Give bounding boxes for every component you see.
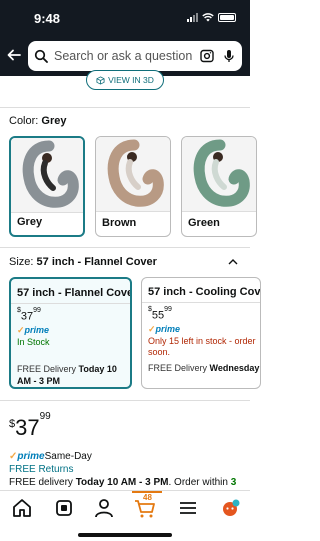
- top-header: 9:48 Search or ask a question: [0, 0, 250, 76]
- swatch-divider: [182, 211, 256, 212]
- view-in-3d-button[interactable]: VIEW IN 3D: [86, 70, 164, 90]
- pregnancy-pillow-image: [107, 139, 164, 207]
- rufus-assistant-icon[interactable]: [218, 496, 242, 520]
- color-option-label: Brown: [102, 217, 137, 229]
- color-option-green[interactable]: Green: [181, 136, 257, 237]
- pregnancy-pillow-image: [22, 140, 79, 208]
- size-option-price: $5599: [148, 306, 172, 322]
- swatch-divider: [96, 211, 170, 212]
- status-icons: [187, 12, 236, 22]
- color-option-label: Green: [188, 217, 220, 229]
- prime-same-day: ✓primeSame-Day: [9, 451, 92, 462]
- size-label-row: Size: 57 inch - Flannel Cover: [9, 256, 157, 268]
- divider: [0, 247, 250, 248]
- search-input[interactable]: Search or ask a question: [54, 49, 200, 63]
- size-option-cooling[interactable]: 57 inch - Cooling Cover $5599 ✓prime Onl…: [141, 277, 261, 389]
- size-label: Size:: [9, 256, 34, 268]
- delivery-estimate: FREE Delivery Today 10 AM - 3 PM: [17, 364, 117, 386]
- size-option-title: 57 inch - Cooling Cover: [148, 286, 261, 298]
- free-returns-link[interactable]: FREE Returns: [9, 464, 73, 475]
- selected-color-value: Grey: [41, 115, 67, 127]
- product-image-green: [182, 137, 256, 211]
- divider: [0, 107, 250, 108]
- battery-icon: [218, 12, 236, 22]
- color-label-row: Color: Grey: [9, 115, 66, 127]
- selected-size-value: 57 inch - Flannel Cover: [36, 256, 157, 268]
- color-option-label: Grey: [17, 216, 43, 228]
- size-option-price: $3799: [17, 307, 41, 323]
- prime-badge: ✓prime: [148, 324, 181, 334]
- search-bar[interactable]: Search or ask a question: [28, 41, 242, 71]
- product-price: $3799: [9, 410, 51, 440]
- status-bar: 9:48: [0, 0, 250, 36]
- account-icon[interactable]: [92, 496, 116, 520]
- color-option-grey[interactable]: Grey: [9, 136, 85, 237]
- home-indicator: [78, 533, 172, 537]
- size-option-title: 57 inch - Flannel Cover: [17, 287, 132, 299]
- color-label: Color:: [9, 115, 39, 127]
- cart-count-badge: 48: [143, 493, 152, 502]
- swatch-divider: [11, 212, 83, 213]
- card-divider: [142, 302, 260, 303]
- status-time: 9:48: [34, 11, 61, 26]
- wifi-icon: [202, 13, 214, 22]
- divider: [0, 400, 250, 401]
- view-in-3d-label: VIEW IN 3D: [108, 75, 154, 85]
- back-arrow-icon[interactable]: [6, 47, 22, 63]
- product-image-brown: [96, 137, 170, 211]
- cellular-signal-icon: [187, 12, 198, 22]
- delivery-info: FREE delivery Today 10 AM - 3 PM. Order …: [9, 477, 237, 488]
- card-divider: [11, 303, 130, 304]
- microphone-icon[interactable]: [224, 49, 234, 63]
- prime-badge: ✓prime: [17, 325, 50, 335]
- stock-status: Only 15 left in stock - order soon.: [148, 336, 256, 357]
- cube-3d-icon: [96, 75, 105, 85]
- pregnancy-pillow-image: [193, 139, 250, 207]
- search-icon: [34, 49, 48, 63]
- home-icon[interactable]: [10, 496, 34, 520]
- stock-status: In Stock: [17, 337, 50, 347]
- delivery-estimate: FREE Delivery Wednesday: [148, 363, 260, 373]
- product-image-grey: [11, 138, 83, 212]
- menu-icon[interactable]: [176, 496, 200, 520]
- size-option-flannel[interactable]: 57 inch - Flannel Cover $3799 ✓prime In …: [9, 277, 132, 389]
- inspire-icon[interactable]: [52, 496, 76, 520]
- color-option-brown[interactable]: Brown: [95, 136, 171, 237]
- camera-lens-icon[interactable]: [200, 49, 214, 63]
- chevron-up-icon[interactable]: [228, 259, 238, 265]
